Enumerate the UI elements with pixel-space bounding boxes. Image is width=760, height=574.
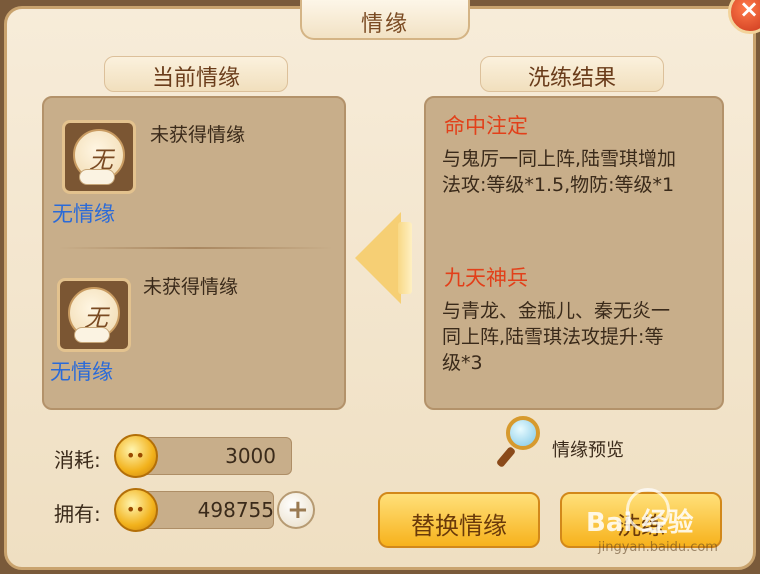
fate-preview-label[interactable]: 情缘预览 — [552, 436, 624, 462]
cloud-icon — [74, 327, 110, 343]
owned-label: 拥有: — [54, 502, 101, 526]
fate-slot-2-name: 无情缘 — [50, 360, 113, 384]
cost-label: 消耗: — [54, 448, 101, 472]
result-2-title: 九天神兵 — [444, 266, 528, 290]
result-1-line-2: 法攻:等级*1.5,物防:等级*1 — [442, 174, 675, 196]
result-2-line-2: 同上阵,陆雪琪法攻提升:等 — [442, 326, 664, 348]
add-currency-button[interactable]: + — [277, 491, 315, 529]
cost-value: 3000 — [225, 444, 276, 468]
result-1-title: 命中注定 — [444, 114, 528, 138]
close-icon: × — [739, 0, 760, 23]
fate-slot-2-icon[interactable]: 无 — [57, 278, 131, 352]
fate-slot-1-icon[interactable]: 无 — [62, 120, 136, 194]
arrow-stem — [398, 222, 412, 294]
fate-slot-1-status: 未获得情缘 — [150, 124, 246, 146]
result-1-line-1: 与鬼厉一同上阵,陆雪琪增加 — [442, 148, 677, 170]
slot-divider — [58, 247, 333, 249]
left-arrow-icon — [355, 212, 401, 304]
replace-fate-label: 替换情缘 — [411, 512, 507, 540]
window-title: 情缘 — [360, 12, 409, 37]
magnifier-icon[interactable] — [495, 416, 544, 470]
refine-result-heading: 洗练结果 — [527, 66, 616, 91]
owned-value: 498755 — [197, 498, 274, 522]
result-2-desc: 与青龙、金瓶儿、秦无炎一 同上阵,陆雪琪法攻提升:等 级*3 — [442, 298, 670, 376]
plus-icon: + — [287, 495, 309, 525]
watermark-brand: Bai 经验 — [586, 508, 694, 538]
result-2-line-3: 级*3 — [442, 352, 483, 374]
lens — [506, 416, 540, 450]
fate-slot-2-status: 未获得情缘 — [143, 276, 239, 298]
result-2-line-1: 与青龙、金瓶儿、秦无炎一 — [442, 300, 671, 322]
result-1-desc: 与鬼厉一同上阵,陆雪琪增加 法攻:等级*1.5,物防:等级*1 — [442, 146, 676, 198]
fate-window: 情缘 × 当前情缘 无 未获得情缘 无情缘 无 未获得情缘 无情缘 洗练结果 命… — [0, 0, 760, 574]
watermark-url: jingyan.baidu.com — [598, 540, 718, 555]
fate-slot-1-name: 无情缘 — [52, 202, 115, 226]
current-fate-heading: 当前情缘 — [151, 66, 240, 91]
cloud-icon — [79, 169, 115, 185]
